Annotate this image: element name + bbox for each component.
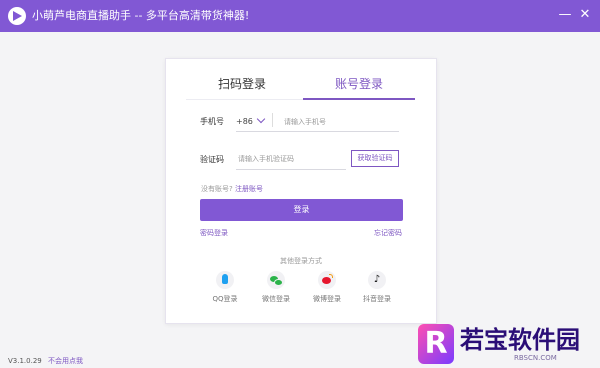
- qq-login-button[interactable]: QQ登录: [203, 271, 247, 304]
- password-login-link[interactable]: 密码登录: [200, 228, 228, 238]
- phone-label: 手机号: [200, 117, 224, 126]
- watermark: R 若宝软件园 RBSCN.COM: [414, 322, 600, 368]
- wechat-login-label: 微信登录: [262, 295, 290, 303]
- version-text: V3.1.0.29: [8, 357, 42, 365]
- wechat-icon: [267, 271, 285, 289]
- wechat-login-button[interactable]: 微信登录: [254, 271, 298, 304]
- country-code-select[interactable]: +86: [236, 117, 253, 126]
- forgot-password-link[interactable]: 忘记密码: [374, 228, 402, 238]
- login-card: 扫码登录 账号登录 手机号 +86 请输入手机号 验证码 请输入手机验证码 获取…: [165, 58, 437, 324]
- qq-login-label: QQ登录: [212, 295, 238, 303]
- watermark-logo: R: [418, 324, 454, 364]
- chevron-down-icon[interactable]: [256, 114, 266, 124]
- login-button[interactable]: 登录: [200, 199, 403, 221]
- douyin-login-label: 抖音登录: [363, 295, 391, 303]
- help-link[interactable]: 不会用点我: [48, 357, 83, 365]
- register-prompt: 没有账号? 注册账号: [201, 184, 263, 194]
- watermark-text: 若宝软件园: [460, 326, 580, 354]
- code-label: 验证码: [200, 155, 224, 164]
- watermark-url: RBSCN.COM: [514, 354, 557, 362]
- app-logo-icon: [8, 7, 26, 25]
- code-underline: [236, 169, 346, 170]
- minimize-button[interactable]: —: [556, 6, 574, 24]
- version-footer: V3.1.0.29 不会用点我: [8, 356, 83, 366]
- register-link[interactable]: 注册账号: [235, 185, 263, 193]
- weibo-login-label: 微博登录: [313, 295, 341, 303]
- title-bar: 小萌芦电商直播助手 -- 多平台高清带货神器! — ✕: [0, 0, 600, 32]
- other-login-title: 其他登录方式: [280, 257, 322, 265]
- tab-account-login[interactable]: 账号登录: [303, 73, 415, 101]
- phone-underline: [236, 131, 399, 132]
- window-title: 小萌芦电商直播助手 -- 多平台高清带货神器!: [32, 9, 250, 22]
- close-button[interactable]: ✕: [576, 6, 594, 24]
- login-tabs: 扫码登录 账号登录: [186, 73, 415, 101]
- tab-qrcode-login[interactable]: 扫码登录: [186, 73, 298, 101]
- get-code-button[interactable]: 获取验证码: [351, 150, 399, 167]
- phone-divider: [272, 113, 273, 127]
- weibo-icon: [318, 271, 336, 289]
- phone-input[interactable]: 请输入手机号: [284, 117, 326, 127]
- qq-icon: [216, 271, 234, 289]
- douyin-login-button[interactable]: ♪ 抖音登录: [355, 271, 399, 304]
- no-account-text: 没有账号?: [201, 185, 233, 193]
- code-input[interactable]: 请输入手机验证码: [238, 154, 294, 164]
- active-tab-indicator: [303, 98, 415, 100]
- weibo-login-button[interactable]: 微博登录: [305, 271, 349, 304]
- douyin-icon: ♪: [368, 271, 386, 289]
